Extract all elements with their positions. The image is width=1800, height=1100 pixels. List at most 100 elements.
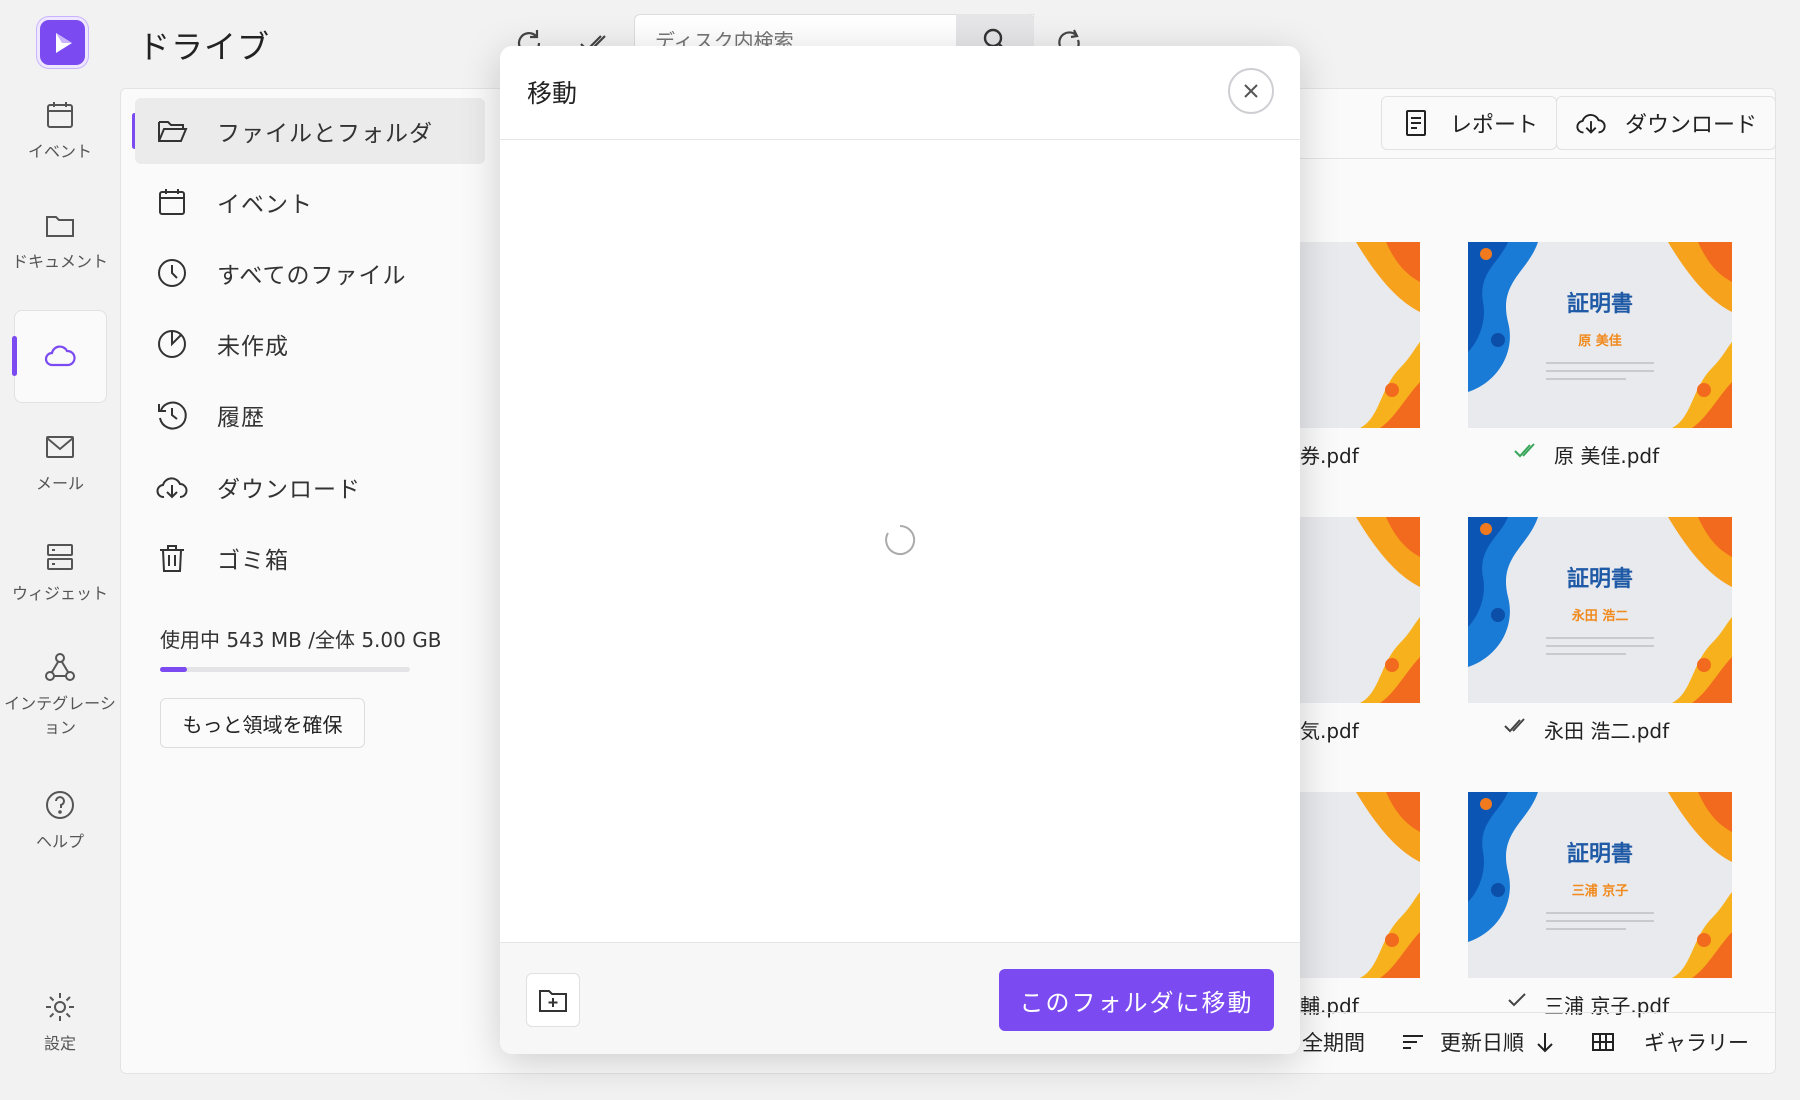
widget-icon [47,544,73,570]
arrow-down-icon [1537,1033,1553,1053]
move-dialog-title: 移動 [527,79,578,108]
file-thumbnail[interactable]: 証明書輔 [1300,792,1420,978]
certificate-text-line [1546,920,1654,922]
period-filter[interactable]: 全期間 [1302,1024,1365,1060]
file-name[interactable]: 永田 浩二.pdf [1544,715,1669,744]
certificate-text-line [1546,378,1626,380]
double-check-icon [1504,718,1525,733]
rail-item-mail[interactable]: メール [0,430,120,496]
certificate-text-line [1546,653,1626,655]
storage-progress-bar [160,667,410,672]
get-more-space-button[interactable]: もっと領域を確保 [160,698,365,748]
view-mode-label: ギャラリー [1644,1031,1749,1055]
loading-spinner-icon [885,524,916,555]
trash-icon [160,545,184,572]
nav-item-label: すべてのファイル [217,263,407,289]
clock-icon [158,259,186,287]
cloud-download-icon [156,477,188,499]
file-name[interactable]: 三浦 京子.pdf [1544,990,1669,1019]
download-button[interactable]: ダウンロード [1556,96,1777,150]
rail-item-drive[interactable] [0,339,120,373]
folder-icon [46,216,74,237]
pie-icon [158,330,186,358]
rail-item-label: ヘルプ [35,832,84,851]
certificate-title: 証明書 [1566,292,1633,317]
nav-item-files-and-folders[interactable]: ファイルとフォルダ [135,98,485,164]
certificate-text-line [1546,362,1654,364]
move-here-button[interactable]: このフォルダに移動 [999,969,1274,1031]
cloud-icon [44,345,76,367]
certificate-text-line [1546,928,1626,930]
new-folder-button[interactable] [526,973,580,1027]
nav-item-label: ファイルとフォルダ [217,121,433,147]
file-name[interactable]: 券.pdf [1300,440,1359,469]
gear-icon [46,993,74,1021]
nav-item-label: ダウンロード [217,477,361,503]
rail-item-label: ウィジェット [11,584,108,603]
nav-item-label: ゴミ箱 [217,548,289,574]
cloud-download-icon [1576,114,1606,134]
rail-item-integrations[interactable]: インテグレーシ ョン [0,650,120,740]
report-button[interactable]: レポート [1381,96,1558,150]
file-name[interactable]: 原 美佳.pdf [1554,440,1659,469]
help-icon [46,791,74,819]
rail-item-widgets[interactable]: ウィジェット [0,540,120,606]
certificate-text-line [1546,370,1654,372]
rail-item-label-line2: ョン [43,718,76,737]
certificate-text-line [1546,645,1654,647]
file-name[interactable]: 気.pdf [1300,715,1359,744]
period-filter-label: 全期間 [1302,1031,1365,1055]
file-thumbnail[interactable]: 証明書勝 [1300,242,1420,428]
nav-item-all-files[interactable]: すべてのファイル [135,240,485,306]
rail-item-documents[interactable]: ドキュメント [0,208,120,274]
nav-item-label: イベント [217,192,313,218]
sort-button-label: 更新日順 [1440,1031,1524,1055]
certificate-artwork: 証明書輔 [1300,792,1420,978]
nav-item-label: 未作成 [217,334,289,360]
certificate-artwork: 証明書 永田 浩二 [1468,517,1732,703]
nav-item-trash[interactable]: ゴミ箱 [135,525,485,591]
nav-item-events[interactable]: イベント [135,169,485,235]
nav-item-not-created[interactable]: 未作成 [135,311,485,377]
open-folder-icon [158,121,188,142]
file-name[interactable]: 輔.pdf [1300,990,1359,1019]
rail-item-help[interactable]: ヘルプ [0,788,120,854]
move-dialog-header: 移動 [500,46,1300,140]
certificate-artwork: 証明書原 美佳 [1468,242,1732,428]
rail-item-label: ドキュメント [11,252,108,271]
folder-plus-icon [539,990,567,1012]
bottom-divider [1300,1012,1776,1013]
rail-item-events[interactable]: イベント [0,98,120,164]
view-mode-button[interactable]: ギャラリー [1590,1024,1749,1060]
certificate-artwork: 証明書気 [1300,517,1420,703]
folder-tree-area [500,141,1300,987]
calendar-icon [159,189,185,215]
download-button-label: ダウンロード [1625,113,1758,138]
double-check-icon [1514,443,1535,458]
report-icon [1406,110,1426,136]
close-icon [1244,84,1258,98]
sort-icon [1403,1035,1423,1049]
nav-item-downloads[interactable]: ダウンロード [135,454,485,520]
move-dialog: 移動 このフォルダに移動 [500,46,1300,1054]
file-thumbnail[interactable]: 証明書 永田 浩二 [1468,517,1732,703]
certificate-artwork: 証明書 三浦 京子 [1468,792,1732,978]
certificate-recipient: 三浦 京子 [1571,884,1629,899]
rail-item-label: 設定 [43,1034,76,1053]
file-thumbnail[interactable]: 証明書原 美佳 [1468,242,1732,428]
close-button[interactable] [1228,68,1274,114]
certificate-text-line [1546,637,1654,639]
nav-item-history[interactable]: 履歴 [135,382,485,448]
certificate-title: 証明書 [1566,567,1633,592]
page-title: ドライブ [138,28,271,66]
file-thumbnail[interactable]: 証明書気 [1300,517,1420,703]
storage-usage-text: 使用中 543 MB /全体 5.00 GB [160,628,442,652]
storage-progress-fill [160,667,187,672]
rail-item-settings[interactable]: 設定 [0,990,120,1056]
certificate-title: 証明書 [1566,842,1633,867]
certificate-artwork: 証明書勝 [1300,242,1420,428]
file-thumbnail[interactable]: 証明書 三浦 京子 [1468,792,1732,978]
app-logo-icon[interactable] [37,17,88,68]
sort-button[interactable]: 更新日順 [1400,1024,1558,1060]
certificate-text-line [1546,912,1654,914]
